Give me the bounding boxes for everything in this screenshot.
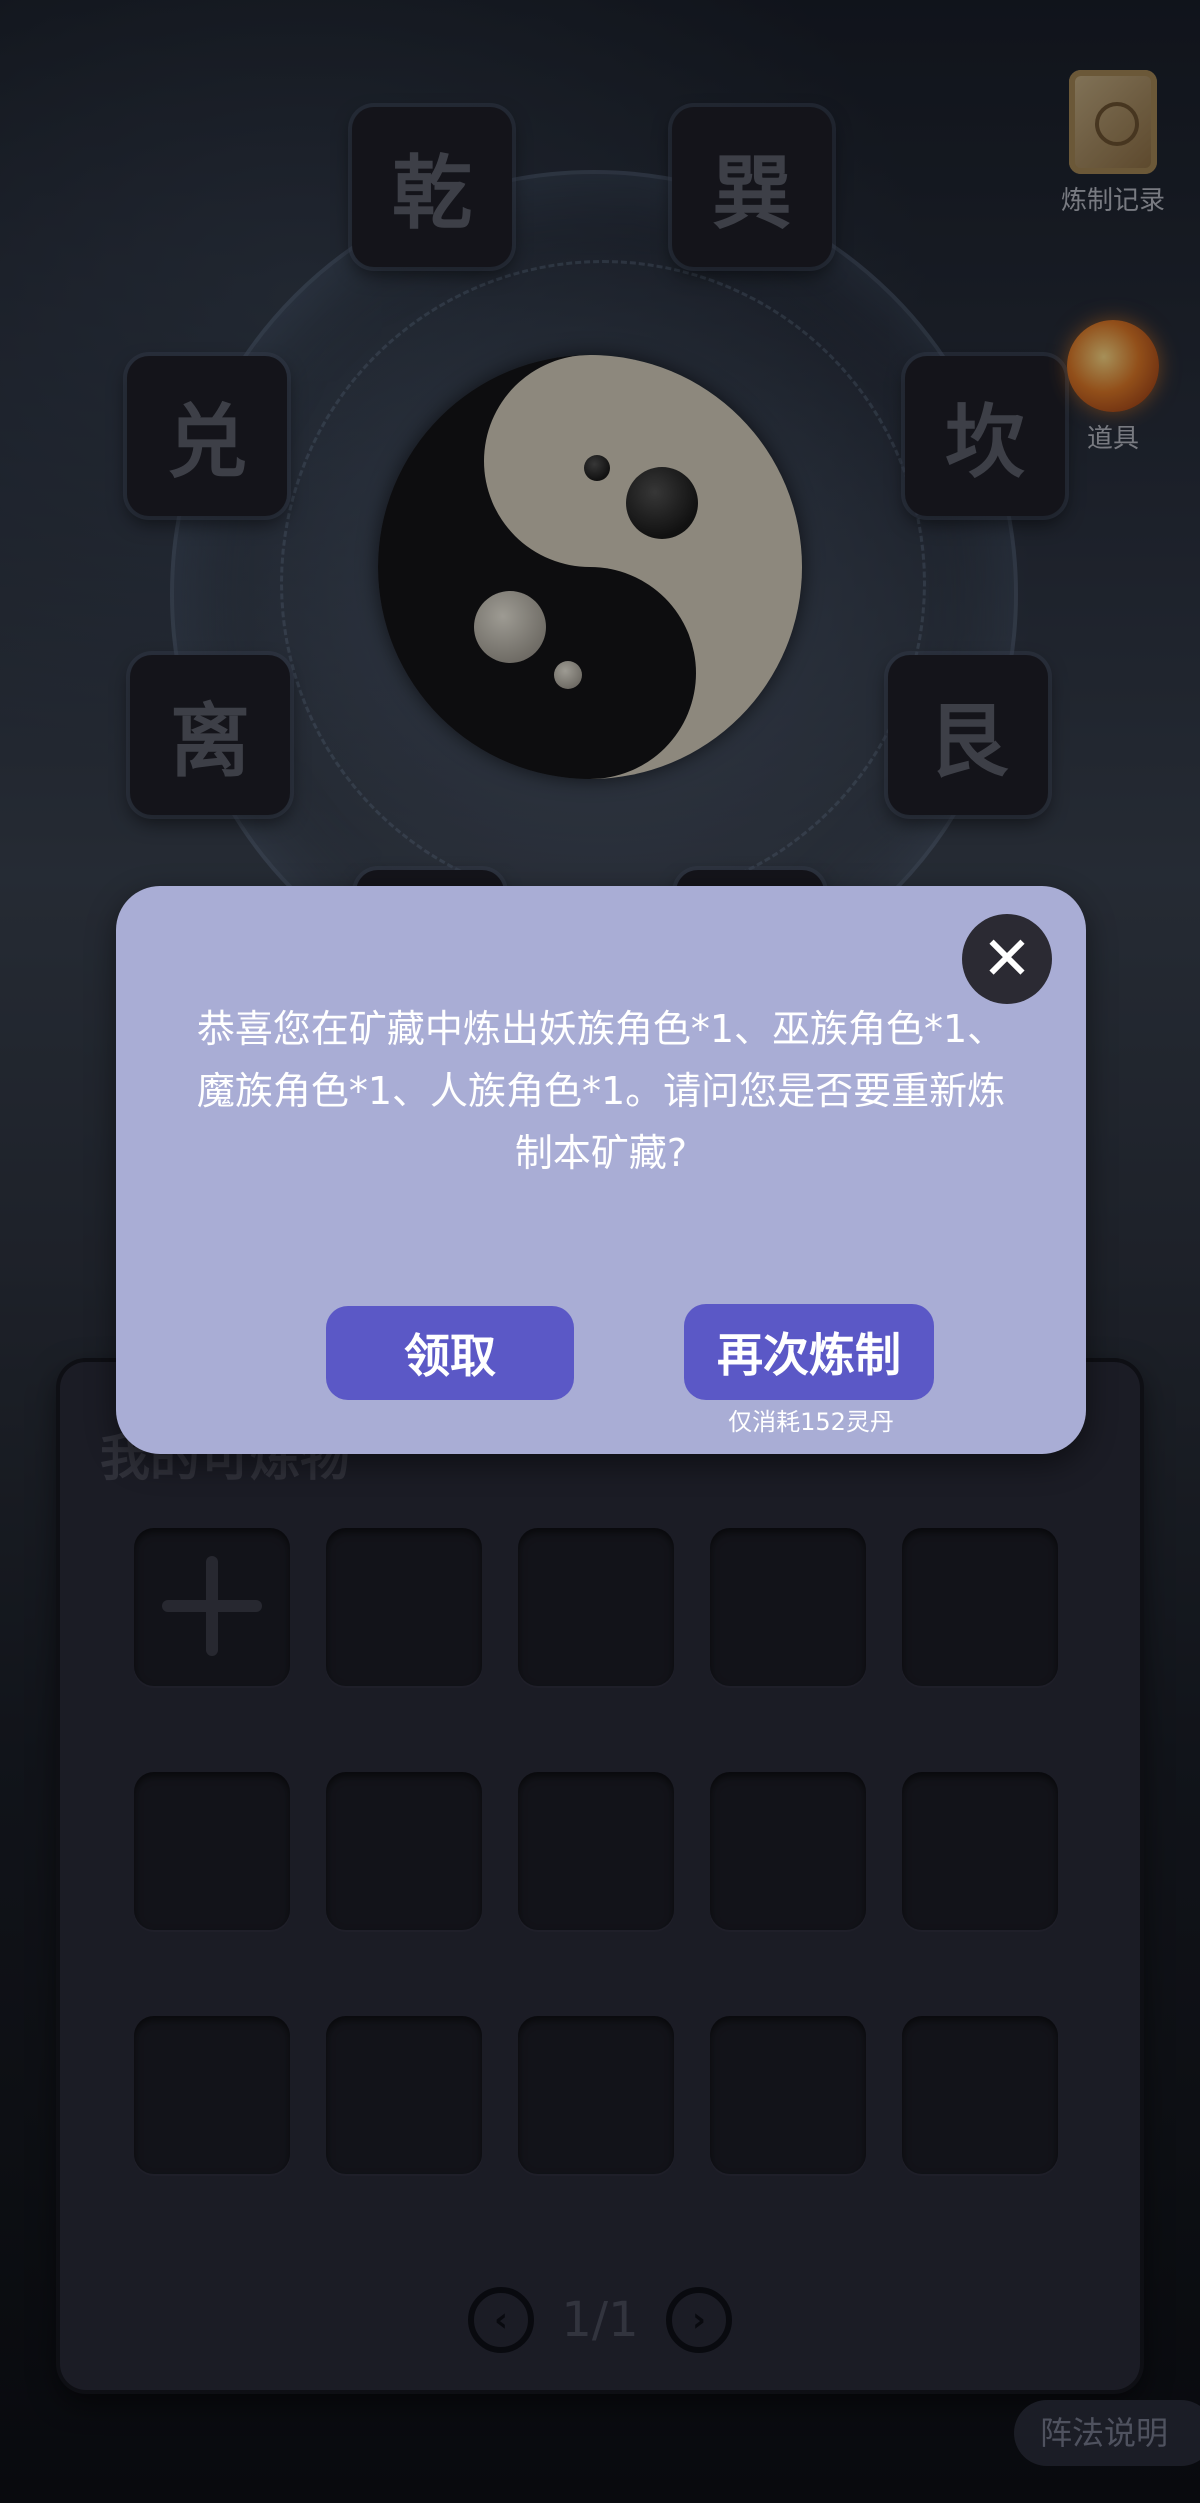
claim-button[interactable]: 领取 [326, 1306, 574, 1400]
dialog-message: 恭喜您在矿藏中炼出妖族角色*1、巫族角色*1、魔族角色*1、人族角色*1。请问您… [196, 1007, 1006, 1175]
cost-note: 仅消耗152灵丹 [728, 1408, 894, 1436]
alchemy-screen: 乾 巽 兑 坎 离 艮 炼制记录 道具 我的可炼物 ‹ 1/1 › 阵法说明 ✕… [0, 0, 1200, 2503]
close-icon[interactable]: ✕ [962, 914, 1052, 1004]
refine-again-button[interactable]: 再次炼制 [684, 1304, 934, 1400]
refine-result-dialog: ✕ 恭喜您在矿藏中炼出妖族角色*1、巫族角色*1、魔族角色*1、人族角色*1。请… [116, 886, 1086, 1454]
